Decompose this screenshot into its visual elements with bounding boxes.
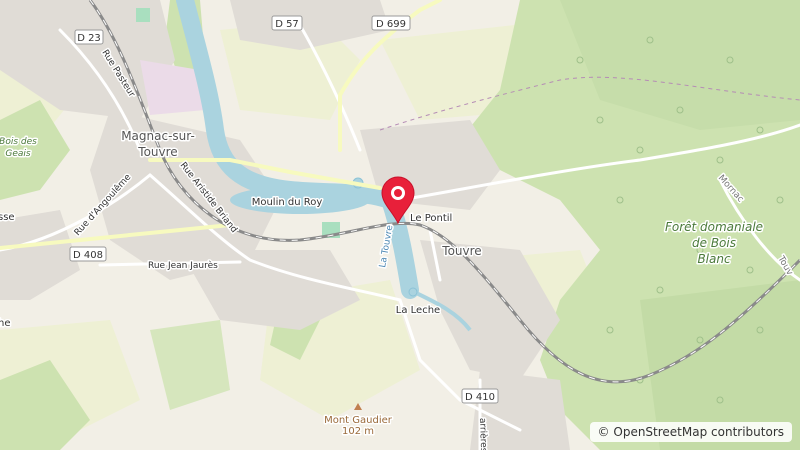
road-shield-d699-text: D 699 (376, 19, 406, 30)
place-label-bois-des-geais-2: Geais (5, 149, 31, 159)
place-label-partial-bottom: arrières (477, 418, 489, 450)
map-attribution: © OpenStreetMap contributors (589, 422, 792, 442)
place-label-partial-left-2: he (0, 318, 11, 329)
place-label-bois-des-geais-1: Bois des (0, 137, 37, 147)
place-label-partial-left-1: sse (0, 212, 15, 223)
place-label-magnac-line2: Touvre (137, 145, 177, 159)
road-shield-d408: D 408 (69, 246, 107, 262)
openstreetmap-link[interactable]: OpenStreetMap contributors (613, 425, 784, 439)
place-label-la-leche: La Leche (396, 305, 440, 316)
road-shield-d699: D 699 (371, 15, 411, 31)
map-view[interactable]: D 23 D 57 D 699 D 408 D 410 Rue Pasteur … (0, 0, 800, 450)
place-label-moulin-du-roy: Moulin du Roy (252, 197, 323, 208)
place-label-touvre: Touvre (441, 244, 481, 258)
road-shield-d23-text: D 23 (77, 33, 101, 44)
place-label-foret-line3: Blanc (697, 252, 731, 266)
place-label-le-pontil: Le Pontil (410, 213, 452, 224)
road-shield-d23: D 23 (74, 29, 104, 45)
road-shield-d410-text: D 410 (465, 392, 495, 403)
road-shield-d408-text: D 408 (73, 250, 103, 261)
road-shield-d410: D 410 (461, 388, 499, 404)
place-label-mont-gaudier: Mont Gaudier (324, 415, 393, 426)
map-canvas[interactable]: D 23 D 57 D 699 D 408 D 410 Rue Pasteur … (0, 0, 800, 450)
street-label-rue-jean-jaures: Rue Jean Jaurès (148, 260, 218, 271)
road-shield-d57-text: D 57 (275, 19, 299, 30)
road-shield-d57: D 57 (271, 15, 303, 31)
copyright-symbol: © (597, 425, 610, 439)
place-label-foret-line1: Forêt domaniale (665, 220, 763, 234)
place-label-foret-line2: de Bois (692, 236, 736, 250)
place-label-magnac-line1: Magnac-sur- (121, 129, 195, 143)
elevation-label-mont-gaudier: 102 m (342, 426, 374, 437)
